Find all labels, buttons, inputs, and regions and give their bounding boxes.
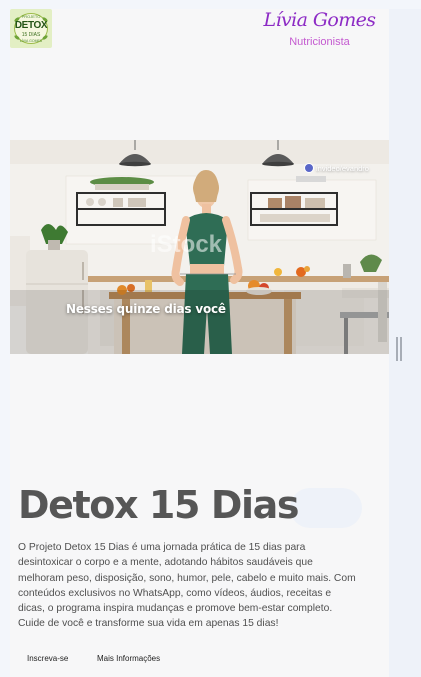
- logo-bottom-text: LÍVIA GOMES: [19, 39, 43, 43]
- video-credit: invideo/evandro: [304, 161, 369, 175]
- brand-name[interactable]: Lívia Gomes: [263, 9, 377, 31]
- page-title: Detox 15 Dias: [18, 483, 299, 527]
- video-caption: Nesses quinze dias você: [66, 302, 226, 316]
- program-description: O Projeto Detox 15 Dias é uma jornada pr…: [18, 542, 356, 630]
- more-info-button[interactable]: Mais Informações: [97, 654, 160, 663]
- stock-watermark: iStock: [150, 231, 223, 258]
- video-credit-text: invideo/evandro: [316, 163, 369, 173]
- logo-top-text: PROJETO: [21, 14, 41, 19]
- brand-role: Nutricionista: [289, 36, 350, 48]
- signup-button[interactable]: Inscreva-se: [27, 654, 68, 663]
- logo-sub-text: 15 DIAS: [21, 32, 41, 38]
- side-panel-rail: [389, 9, 421, 677]
- hero-video[interactable]: iStock invideo/evandro Nesses quinze dia…: [10, 140, 389, 354]
- logo-main-text: DETOX: [14, 20, 48, 31]
- resize-handle[interactable]: [396, 337, 403, 361]
- title-highlight: [290, 488, 362, 528]
- invideo-logo-icon: [304, 163, 314, 173]
- detox-logo[interactable]: PROJETO DETOX 15 DIAS LÍVIA GOMES: [10, 9, 52, 48]
